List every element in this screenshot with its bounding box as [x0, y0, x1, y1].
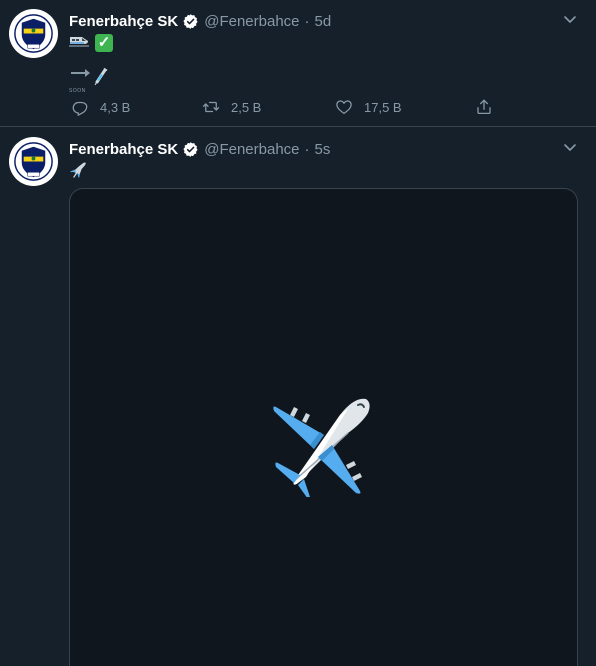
tweet-timestamp[interactable]: 5d [315, 13, 332, 30]
display-name[interactable]: Fenerbahçe SK [69, 141, 178, 158]
verified-badge-icon [182, 141, 199, 158]
retweet-button[interactable]: 2,5 B [202, 96, 261, 118]
airplane-emoji-icon [69, 161, 87, 179]
tweet[interactable]: Fenerbahçe SK @Fenerbahce · 5s [0, 128, 596, 666]
tweet-header: Fenerbahçe SK @Fenerbahce · 5s [69, 139, 330, 159]
avatar[interactable] [9, 9, 58, 58]
tweet-actions: 4,3 B 2,5 B 17,5 B [69, 96, 509, 118]
user-handle[interactable]: @Fenerbahce [204, 141, 299, 158]
retweet-count: 2,5 B [231, 99, 262, 115]
retweet-icon [202, 101, 220, 113]
tweet-header: Fenerbahçe SK @Fenerbahce · 5d [69, 11, 331, 31]
tweet-text [69, 158, 87, 180]
tweet-timestamp[interactable]: 5s [315, 141, 331, 158]
avatar[interactable] [9, 137, 58, 186]
timeline: Fenerbahçe SK @Fenerbahce · 5d ✓ SOON 4,… [0, 0, 596, 666]
share-icon [477, 99, 491, 115]
display-name[interactable]: Fenerbahçe SK [69, 13, 178, 30]
heart-icon [336, 100, 352, 115]
club-crest-icon [9, 137, 58, 186]
check-mark-emoji-icon: ✓ [95, 34, 113, 53]
airplane-emoji-icon [270, 387, 380, 497]
reply-button[interactable]: 4,3 B [71, 96, 130, 118]
tweet-text-second-line: SOON [69, 66, 110, 94]
verified-badge-icon [182, 13, 199, 30]
club-crest-icon [9, 9, 58, 58]
user-handle[interactable]: @Fenerbahce [204, 13, 299, 30]
like-count: 17,5 B [364, 99, 402, 115]
chevron-down-icon[interactable] [562, 139, 578, 155]
separator-dot: · [304, 140, 310, 158]
syringe-emoji-icon [94, 67, 108, 86]
tweet[interactable]: Fenerbahçe SK @Fenerbahce · 5d ✓ SOON 4,… [0, 0, 596, 127]
reply-icon [72, 101, 88, 116]
reply-count: 4,3 B [100, 99, 131, 115]
like-button[interactable]: 17,5 B [335, 96, 402, 118]
chevron-down-icon[interactable] [562, 11, 578, 27]
media-card[interactable] [69, 188, 578, 666]
tweet-text: ✓ [69, 31, 113, 53]
share-button[interactable] [475, 96, 504, 118]
train-emoji-icon [69, 34, 89, 52]
separator-dot: · [304, 12, 310, 30]
